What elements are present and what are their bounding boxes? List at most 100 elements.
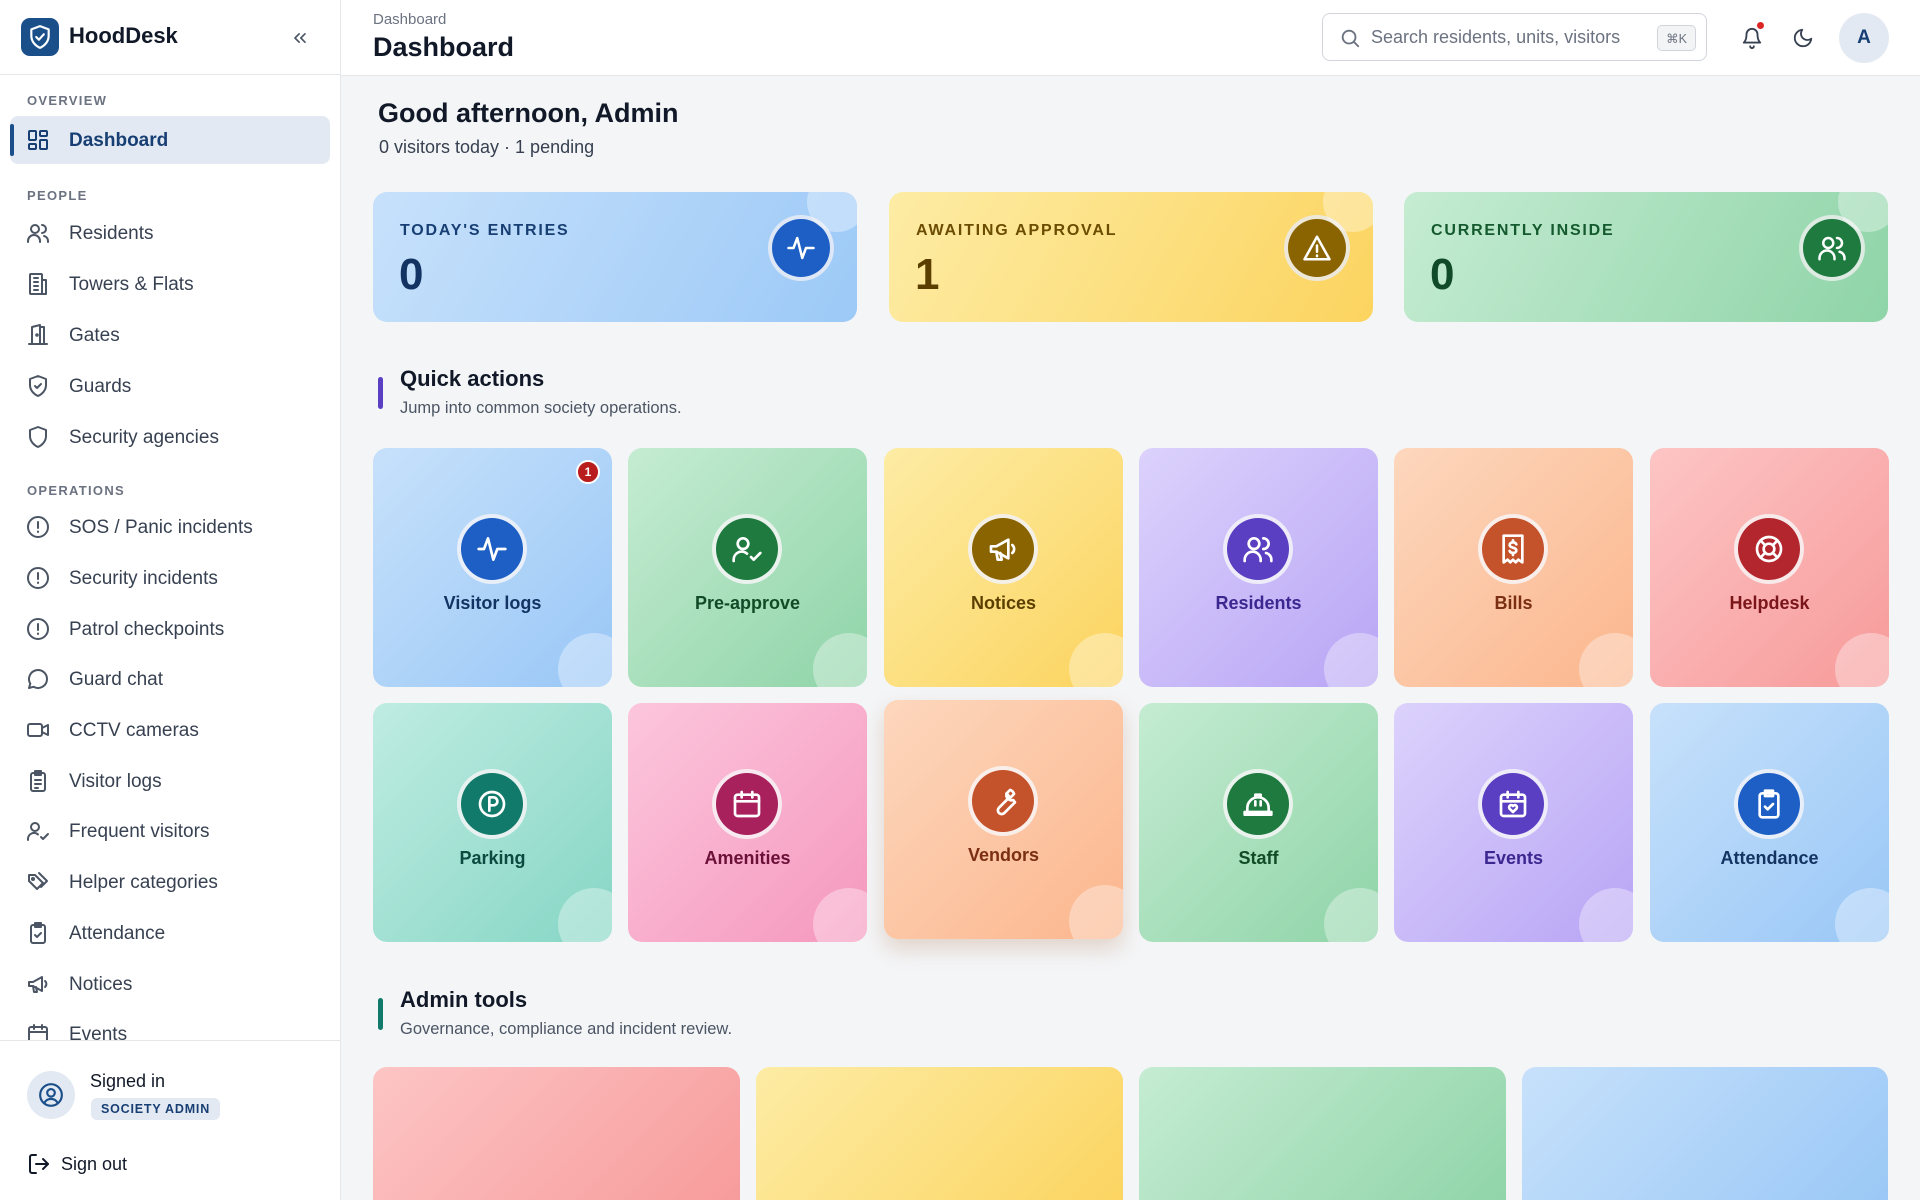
visitor-logs-count-badge: 1: [576, 460, 600, 484]
sidebar-item-security-incidents[interactable]: Security incidents: [10, 554, 330, 602]
gate-icon: [28, 324, 48, 345]
sidebar-item-visitor-logs[interactable]: Visitor logs: [10, 757, 330, 805]
parking-icon: [457, 769, 527, 839]
sidebar-item-guard-chat[interactable]: Guard chat: [10, 655, 330, 703]
shield-check-icon: [29, 375, 47, 397]
role-badge: SOCIETY ADMIN: [91, 1098, 221, 1120]
page-title: Dashboard: [373, 32, 515, 62]
sidebar-item-gates[interactable]: Gates: [10, 311, 330, 359]
quick-action-helpdesk[interactable]: Helpdesk: [1650, 448, 1889, 687]
sidebar-item-patrol-checkpoints[interactable]: Patrol checkpoints: [10, 605, 330, 653]
sidebar-item-label: Events: [69, 1024, 128, 1040]
quick-action-staff[interactable]: Staff: [1139, 703, 1378, 942]
stat-label: Currently inside: [1431, 222, 1615, 239]
nav-section-people: People: [27, 188, 88, 203]
stat-label: Awaiting approval: [916, 222, 1118, 239]
stat-card-awaiting-approval[interactable]: Awaiting approval 1: [889, 192, 1373, 322]
sidebar-item-label: Guards: [69, 376, 132, 397]
admin-tool-card[interactable]: [1139, 1067, 1506, 1200]
sidebar-item-label: Security agencies: [69, 427, 219, 448]
notification-dot: [1756, 21, 1765, 30]
nav-section-operations: Operations: [27, 483, 125, 498]
dashboard-icon: [28, 130, 48, 150]
video-icon: [27, 723, 49, 737]
clipboard-check-icon: [1734, 769, 1804, 839]
sidebar-item-notices[interactable]: Notices: [10, 960, 330, 1008]
theme-toggle-button[interactable]: [1788, 23, 1818, 53]
sidebar-item-attendance[interactable]: Attendance: [10, 909, 330, 957]
stat-card-todays-entries[interactable]: Today's entries 0: [373, 192, 857, 322]
quick-actions-title: Quick actions: [400, 366, 545, 391]
collapse-sidebar-button[interactable]: [287, 25, 313, 51]
users-icon: [1799, 215, 1865, 281]
tile-label: Parking: [459, 848, 526, 868]
quick-action-events[interactable]: Events: [1394, 703, 1633, 942]
bell-icon: [1742, 28, 1762, 49]
signed-in-label: Signed in: [90, 1071, 166, 1091]
greeting-title: Good afternoon, Admin: [378, 98, 679, 128]
quick-action-bills[interactable]: Bills: [1394, 448, 1633, 687]
sidebar-item-dashboard[interactable]: Dashboard: [10, 116, 330, 164]
calendar-icon: [28, 1024, 48, 1040]
hardhat-icon: [1223, 769, 1293, 839]
sign-out-button[interactable]: Sign out: [27, 1149, 127, 1179]
tile-label: Vendors: [967, 845, 1040, 865]
admin-tools-accent-bar: [378, 998, 383, 1030]
building-icon: [29, 273, 47, 295]
stat-value: 0: [399, 250, 424, 299]
breadcrumb[interactable]: Dashboard: [373, 11, 446, 28]
sidebar-nav: Overview Dashboard People Residents Towe…: [0, 75, 340, 1040]
users-icon: [1223, 514, 1293, 584]
sidebar-item-label: Dashboard: [69, 130, 169, 151]
user-check-icon: [26, 822, 49, 841]
sidebar-item-cctv-cameras[interactable]: CCTV cameras: [10, 706, 330, 754]
admin-tool-card[interactable]: [1522, 1067, 1888, 1200]
tile-label: Bills: [1494, 593, 1533, 613]
sidebar-item-guards[interactable]: Guards: [10, 362, 330, 410]
quick-action-visitor-logs[interactable]: 1 Visitor logs: [373, 448, 612, 687]
quick-action-attendance[interactable]: Attendance: [1650, 703, 1889, 942]
sidebar-item-residents[interactable]: Residents: [10, 209, 330, 257]
quick-action-pre-approve[interactable]: Pre-approve: [628, 448, 867, 687]
sidebar-item-helper-categories[interactable]: Helper categories: [10, 858, 330, 906]
sidebar-item-security-agencies[interactable]: Security agencies: [10, 413, 330, 461]
tile-label: Helpdesk: [1729, 593, 1810, 613]
lifebuoy-icon: [1734, 514, 1804, 584]
quick-action-notices[interactable]: Notices: [884, 448, 1123, 687]
user-avatar-button[interactable]: A: [1839, 13, 1889, 63]
stat-card-currently-inside[interactable]: Currently inside 0: [1404, 192, 1888, 322]
quick-actions-subtitle: Jump into common society operations.: [400, 399, 682, 417]
nav-section-overview: Overview: [27, 93, 108, 108]
search-box[interactable]: ⌘K: [1322, 13, 1707, 61]
sidebar-item-towers-flats[interactable]: Towers & Flats: [10, 260, 330, 308]
quick-action-parking[interactable]: Parking: [373, 703, 612, 942]
admin-tools-title: Admin tools: [400, 987, 528, 1012]
topbar: Dashboard Dashboard ⌘K A: [341, 0, 1920, 76]
sidebar-item-sos-panic-incidents[interactable]: SOS / Panic incidents: [10, 503, 330, 551]
user-check-icon: [712, 514, 782, 584]
megaphone-icon: [968, 514, 1038, 584]
search-icon: [1341, 29, 1360, 48]
sidebar-item-events[interactable]: Events: [10, 1010, 330, 1040]
notifications-button[interactable]: [1737, 21, 1767, 53]
sidebar-item-frequent-visitors[interactable]: Frequent visitors: [10, 807, 330, 855]
sidebar-item-label: Gates: [69, 325, 120, 346]
sidebar-item-label: CCTV cameras: [69, 720, 199, 741]
stat-value: 1: [915, 250, 940, 299]
chevrons-left-icon: [294, 33, 306, 44]
moon-icon: [1793, 28, 1813, 48]
quick-action-amenities[interactable]: Amenities: [628, 703, 867, 942]
sidebar-item-label: Guard chat: [69, 669, 163, 690]
tile-label: Amenities: [704, 848, 791, 868]
admin-tool-card[interactable]: [756, 1067, 1123, 1200]
quick-action-vendors[interactable]: Vendors: [884, 700, 1123, 939]
sidebar-item-label: Towers & Flats: [69, 274, 194, 295]
clipboard-check-icon: [30, 922, 46, 944]
search-input[interactable]: [1371, 24, 1641, 50]
admin-tool-card[interactable]: [373, 1067, 740, 1200]
quick-action-residents[interactable]: Residents: [1139, 448, 1378, 687]
tile-label: Events: [1483, 848, 1544, 868]
sidebar-item-label: Helper categories: [69, 872, 218, 893]
search-shortcut-hint: ⌘K: [1657, 25, 1696, 51]
wrench-icon: [968, 766, 1038, 836]
